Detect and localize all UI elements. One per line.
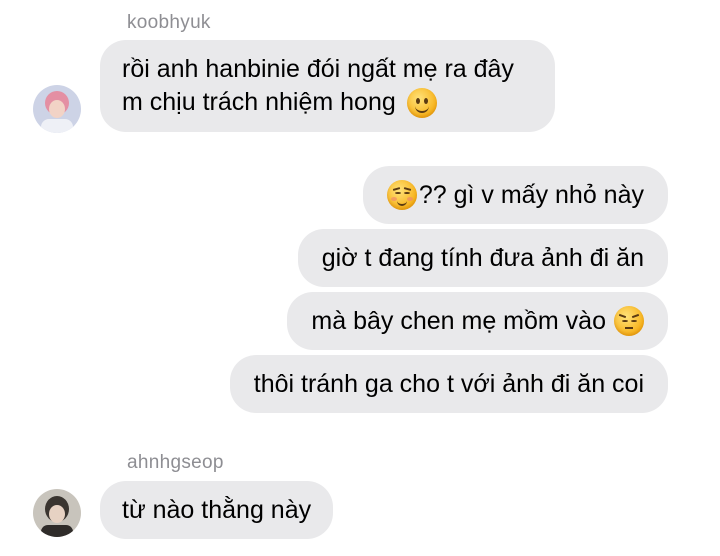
message-text: thôi tránh ga cho t với ảnh đi ăn coi [253, 369, 644, 398]
message-bubble[interactable]: thôi tránh ga cho t với ảnh đi ăn coi [229, 355, 668, 413]
sender-username: koobhyuk [127, 12, 211, 33]
message-text: m chịu trách nhiệm hong [122, 88, 396, 116]
message-line: rồi anh hanbinie đói ngất mẹ ra đây [122, 55, 514, 83]
message-bubble[interactable]: ?? gì v mấy nhỏ này [362, 166, 668, 224]
sender-username: ahnhgseop [127, 452, 224, 473]
slightly-smiling-face-emoji [406, 88, 437, 119]
message-text: từ nào thằng này [122, 495, 312, 524]
avatar[interactable] [33, 489, 81, 537]
pensive-face-emoji [614, 306, 644, 336]
message-bubble[interactable]: rồi anh hanbinie đói ngất mẹ ra đây m ch… [100, 40, 555, 132]
relieved-face-emoji [386, 180, 417, 210]
message-text: giờ t đang tính đưa ảnh đi ăn [321, 243, 644, 272]
message-text: ?? gì v mấy nhỏ này [418, 180, 644, 209]
message-line: m chịu trách nhiệm hong [122, 86, 533, 119]
avatar[interactable] [33, 85, 81, 133]
message-bubble[interactable]: giờ t đang tính đưa ảnh đi ăn [297, 229, 668, 287]
message-text: mà bây chen mẹ mồm vào [311, 306, 606, 335]
message-bubble[interactable]: mà bây chen mẹ mồm vào [287, 292, 668, 350]
message-bubble[interactable]: từ nào thằng này [100, 481, 334, 539]
